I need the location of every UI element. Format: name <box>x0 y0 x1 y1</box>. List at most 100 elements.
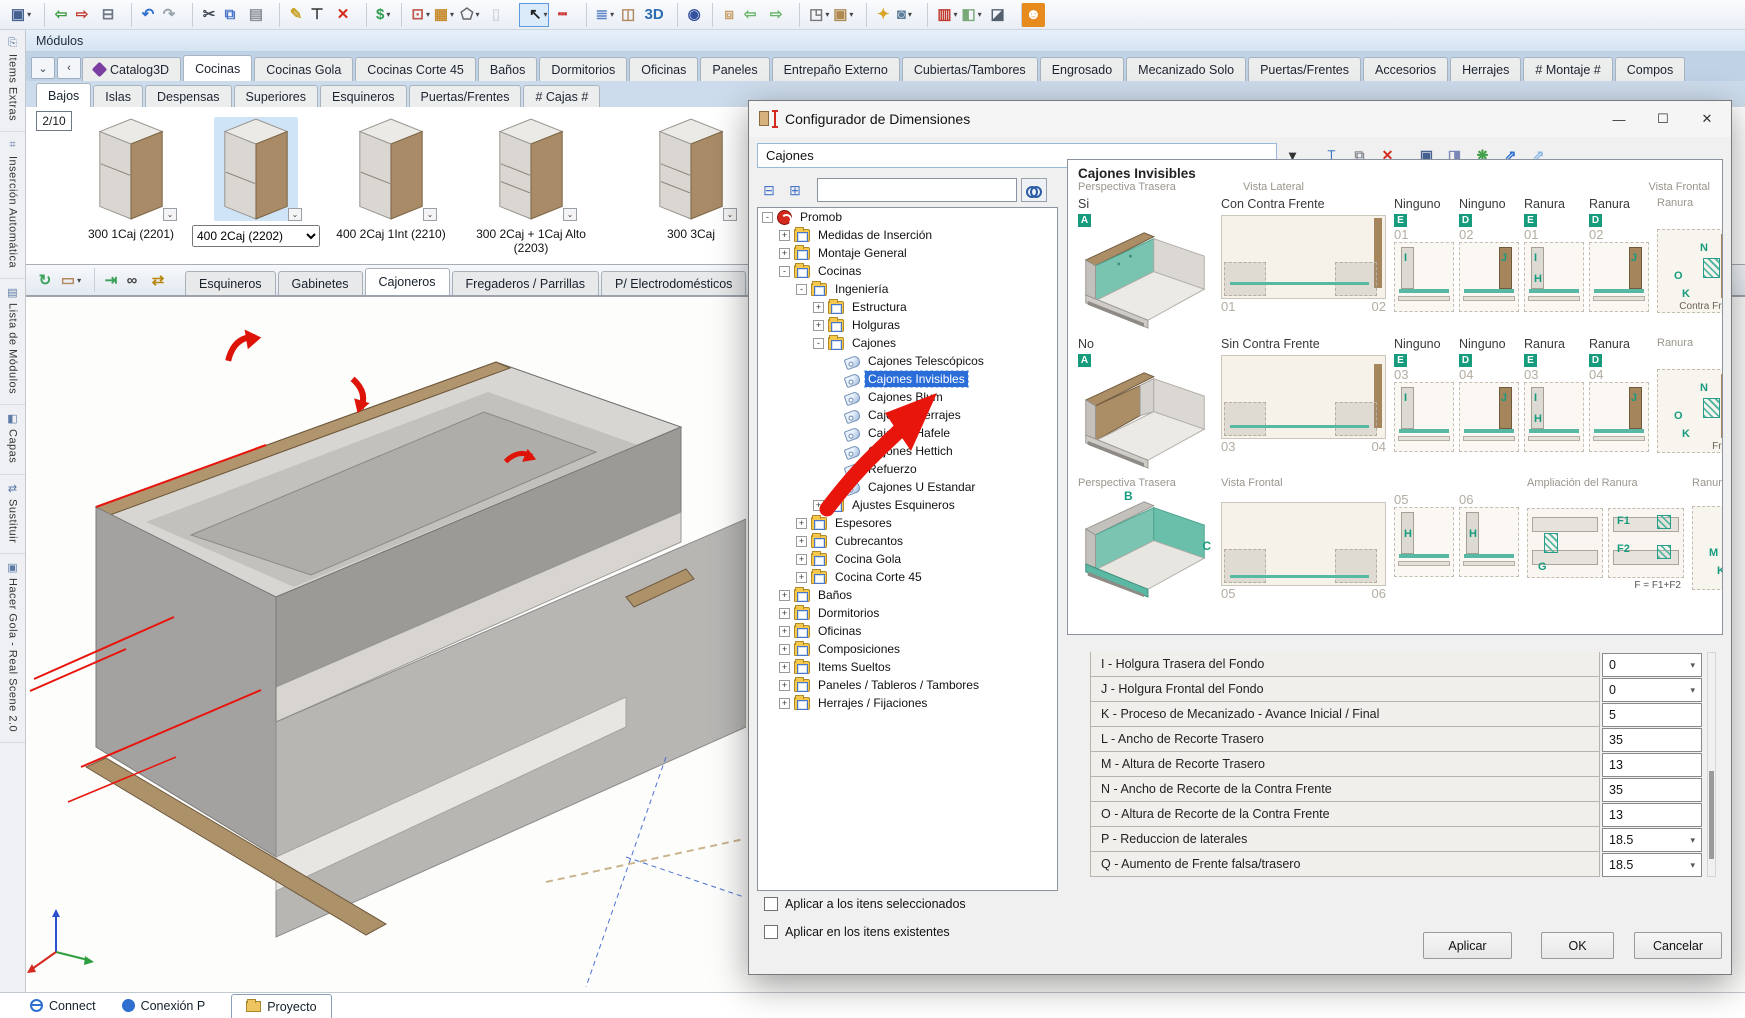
parameter-value-field[interactable]: 13 ▾ <box>1602 803 1702 827</box>
catalog-tab[interactable]: # Montaje # <box>1523 57 1612 81</box>
catalog-tab[interactable]: Baños <box>478 57 537 81</box>
tree-item[interactable]: - Cajones <box>758 334 1057 352</box>
tree-item[interactable]: + Items Sueltos <box>758 658 1057 676</box>
close-button[interactable]: ✕ <box>1685 102 1729 136</box>
tree-expand-toggle[interactable]: + <box>813 302 824 313</box>
toolbar-icon[interactable]: ◫ <box>616 3 640 27</box>
catalog-tab[interactable]: Oficinas <box>629 57 698 81</box>
expand-all-icon[interactable]: ⊞ <box>783 178 807 202</box>
minimize-button[interactable]: — <box>1597 102 1641 136</box>
toolbar-icon[interactable]: ▣ <box>831 3 855 27</box>
catalog-tab[interactable]: Cocinas Corte 45 <box>355 57 476 81</box>
module-group-tab[interactable]: Fregaderos / Parrillas <box>452 271 600 295</box>
insert-toolbar-icon[interactable]: ⇥ <box>94 268 118 292</box>
parameter-value-field[interactable]: 35 ▾ <box>1602 778 1702 802</box>
tree-item[interactable]: Cajones U Estandar <box>758 478 1057 496</box>
cancelar-button[interactable]: Cancelar <box>1634 932 1722 959</box>
tree-item[interactable]: + Medidas de Inserción <box>758 226 1057 244</box>
module-thumbnail[interactable]: ⌄ 300 1Caj (2201) 300 1Caj (2201) <box>66 117 196 241</box>
configuration-tree[interactable]: - Promob + Medidas de Inserción + Montaj… <box>757 207 1058 891</box>
tree-item[interactable]: + Herrajes / Fijaciones <box>758 694 1057 712</box>
toolbar-icon[interactable]: ▦ <box>432 3 456 27</box>
insert-toolbar-icon[interactable]: ∞ <box>120 268 144 292</box>
toolbar-icon[interactable]: ↷ <box>157 3 181 27</box>
toolbar-icon[interactable]: ⇨ <box>764 3 788 27</box>
module-thumbnail-image[interactable]: ⌄ <box>489 117 573 221</box>
tree-item[interactable]: + Oficinas <box>758 622 1057 640</box>
tree-expand-toggle[interactable]: + <box>779 608 790 619</box>
module-thumbnail[interactable]: ⌄ 300 3Caj 300 3Caj <box>626 117 756 241</box>
apply-existing-items-checkbox[interactable] <box>764 925 778 939</box>
catalog-tab[interactable]: Dormitorios <box>539 57 627 81</box>
tree-expand-toggle[interactable]: - <box>779 266 790 277</box>
sidebar-vertical-tab[interactable]: ⌗ Inserción Automática <box>0 132 25 279</box>
toolbar-icon[interactable]: ⊡ <box>401 3 430 27</box>
tree-item[interactable]: + Espesores <box>758 514 1057 532</box>
toolbar-icon[interactable]: ◳ <box>799 3 829 27</box>
parameter-value-field[interactable]: 13 ▾ <box>1602 753 1702 777</box>
parameter-value-field[interactable]: 0 ▾ <box>1602 653 1702 677</box>
tree-expand-toggle[interactable]: + <box>779 644 790 655</box>
insert-toolbar-icon[interactable]: ↻ <box>33 268 57 292</box>
toolbar-icon[interactable]: ≣ <box>586 3 615 27</box>
toolbar-icon[interactable]: ◧ <box>960 3 984 27</box>
category-tab[interactable]: Puertas/Frentes <box>409 85 522 107</box>
tree-expand-toggle[interactable]: + <box>779 230 790 241</box>
tree-expand-toggle[interactable]: + <box>813 320 824 331</box>
catalog-tab[interactable]: Compos <box>1615 57 1686 81</box>
statusbar-item[interactable]: Proyecto <box>231 994 331 1018</box>
parameter-value-field[interactable]: 5 ▾ <box>1602 703 1702 727</box>
find-button[interactable] <box>1021 178 1047 202</box>
module-thumbnail[interactable]: ⌄ 400 2Caj 1Int (2210) 400 2Caj 1Int (22… <box>326 117 456 241</box>
parameter-value-field[interactable]: 0 ▾ <box>1602 678 1702 702</box>
catalog-tab[interactable]: Cubiertas/Tambores <box>902 57 1038 81</box>
tree-item[interactable]: + Cocina Gola <box>758 550 1057 568</box>
tree-item[interactable]: + Estructura <box>758 298 1057 316</box>
sidebar-vertical-tab[interactable]: ▣ Hacer Gola - Real Scene 2.0 <box>0 554 25 743</box>
tree-item[interactable]: Refuerzo <box>758 460 1057 478</box>
catalog-tab[interactable]: Cocinas <box>183 55 252 81</box>
tree-expand-toggle[interactable]: + <box>796 572 807 583</box>
tree-expand-toggle[interactable]: + <box>813 500 824 511</box>
tabs-collapse-button[interactable]: ⌄ <box>31 57 55 79</box>
tree-expand-toggle[interactable]: - <box>796 284 807 295</box>
tree-item[interactable]: + Holguras <box>758 316 1057 334</box>
tree-item[interactable]: + Paneles / Tableros / Tambores <box>758 676 1057 694</box>
toolbar-icon[interactable]: ⊟ <box>96 3 120 27</box>
module-group-tab[interactable]: Cajoneros <box>365 268 450 295</box>
module-thumbnail[interactable]: ⌄ 300 2Caj + 1Caj Alto (2203) 300 2Caj +… <box>466 117 596 256</box>
toolbar-icon[interactable]: ✎ <box>279 3 303 27</box>
catalog-tab[interactable]: Entrepaño Externo <box>772 57 900 81</box>
thumbnail-expand-chevron-icon[interactable]: ⌄ <box>723 208 737 221</box>
tree-item[interactable]: - Cocinas <box>758 262 1057 280</box>
tree-item[interactable]: Cajones Hafele <box>758 424 1057 442</box>
insert-toolbar-icon[interactable]: ⇄ <box>146 268 170 292</box>
tree-item[interactable]: Cajones Blum <box>758 388 1057 406</box>
toolbar-icon[interactable]: ▣ <box>9 3 33 27</box>
parameter-value-field[interactable]: 18.5 ▾ <box>1602 853 1702 877</box>
toolbar-icon[interactable]: ⇦ <box>44 3 68 27</box>
toolbar-icon[interactable]: ⬠ <box>458 3 482 27</box>
module-thumbnail-image[interactable]: ⌄ <box>349 117 433 221</box>
parameter-value-field[interactable]: 35 ▾ <box>1602 728 1702 752</box>
category-tab[interactable]: Islas <box>93 85 143 107</box>
toolbar-icon[interactable]: ▯ <box>484 3 508 27</box>
toolbar-icon[interactable]: ⊤ <box>305 3 329 27</box>
thumbnail-expand-chevron-icon[interactable]: ⌄ <box>288 208 302 221</box>
catalog-tab[interactable]: Cocinas Gola <box>254 57 353 81</box>
tree-item[interactable]: + Cubrecantos <box>758 532 1057 550</box>
statusbar-item[interactable]: Connect <box>30 993 96 1018</box>
toolbar-icon[interactable]: ✂ <box>192 3 216 27</box>
category-tab[interactable]: Superiores <box>234 85 318 107</box>
tree-expand-toggle[interactable]: + <box>796 536 807 547</box>
toolbar-icon[interactable]: ✕ <box>331 3 355 27</box>
aplicar-button[interactable]: Aplicar <box>1423 932 1512 959</box>
catalog-tab[interactable]: Accesorios <box>1363 57 1448 81</box>
catalog-tab[interactable]: Paneles <box>700 57 769 81</box>
tree-expand-toggle[interactable]: + <box>779 590 790 601</box>
tree-expand-toggle[interactable]: + <box>779 248 790 259</box>
module-thumbnail[interactable]: ⌄ 400 2Caj (2202) 400 2Caj (2202) <box>191 117 321 247</box>
toolbar-icon[interactable]: 3D <box>642 3 666 27</box>
tree-item[interactable]: Cajones Telescópicos <box>758 352 1057 370</box>
toolbar-icon[interactable]: ◪ <box>986 3 1010 27</box>
